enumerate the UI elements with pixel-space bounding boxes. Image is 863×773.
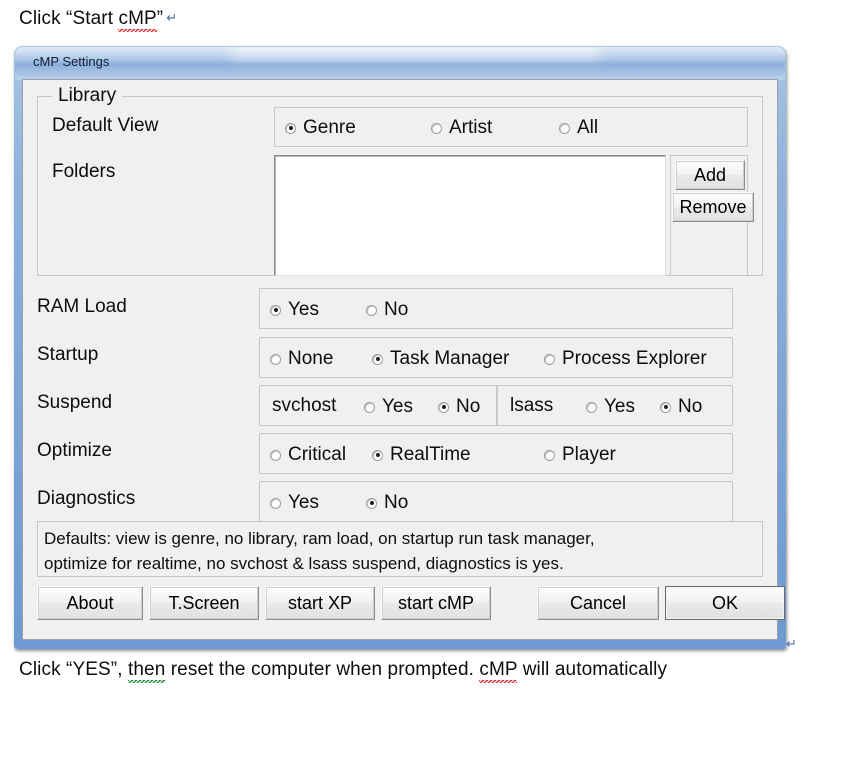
radio-suspend-lsass-yes[interactable]: Yes (586, 396, 635, 418)
radio-label: No (678, 396, 703, 417)
misspelled-word-cmp-bottom: cMP (479, 659, 518, 683)
caption-top-post: ” (156, 8, 164, 29)
window-client-area: Library Default View Genre Artist All Fo… (22, 79, 785, 640)
radio-indicator-icon (431, 122, 442, 134)
caption-bottom-1: Click “YES”, (19, 659, 128, 680)
radio-label: Critical (288, 444, 347, 465)
radio-label: Player (562, 444, 616, 465)
radio-ram-load-no[interactable]: No (366, 299, 408, 321)
instruction-text-top: Click “Start cMP” ↵ (19, 8, 178, 32)
radio-indicator-icon (270, 497, 281, 509)
suspend-label: Suspend (37, 392, 113, 413)
paragraph-mark-icon: ↵ (166, 10, 178, 25)
radio-default-view-artist[interactable]: Artist (431, 117, 492, 139)
radio-optimize-realtime[interactable]: RealTime (372, 444, 471, 466)
ram-load-options-panel: Yes No (259, 288, 733, 329)
ram-load-label: RAM Load (37, 296, 127, 317)
radio-default-view-genre[interactable]: Genre (285, 117, 356, 139)
radio-label: Yes (288, 299, 319, 320)
radio-indicator-icon (660, 401, 671, 413)
radio-indicator-icon (372, 449, 383, 461)
library-groupbox-legend: Library (52, 85, 123, 107)
startup-label: Startup (37, 344, 99, 365)
radio-indicator-icon (285, 122, 296, 134)
radio-optimize-player[interactable]: Player (544, 444, 616, 466)
diagnostics-label: Diagnostics (37, 488, 136, 509)
radio-label: Task Manager (390, 348, 510, 369)
radio-indicator-icon (372, 353, 383, 365)
radio-startup-none[interactable]: None (270, 348, 333, 370)
default-view-options-panel: Genre Artist All (274, 107, 748, 147)
radio-label: None (288, 348, 334, 369)
radio-label: RealTime (390, 444, 471, 465)
radio-indicator-icon (544, 353, 555, 365)
caption-top-pre: Click “Start (19, 8, 119, 29)
optimize-options-panel: Critical RealTime Player (259, 433, 733, 474)
radio-indicator-icon (364, 401, 375, 413)
radio-indicator-icon (270, 353, 281, 365)
paragraph-mark-bottom-icon: ↵ (786, 636, 797, 651)
start-cmp-button[interactable]: start cMP (381, 586, 491, 620)
folders-listbox[interactable] (274, 155, 666, 276)
radio-indicator-icon (270, 449, 281, 461)
window-title: cMP Settings (33, 54, 110, 69)
radio-indicator-icon (559, 122, 570, 134)
tscreen-button[interactable]: T.Screen (149, 586, 259, 620)
radio-label: No (384, 492, 409, 513)
instruction-text-bottom: Click “YES”, then reset the computer whe… (19, 659, 668, 683)
radio-indicator-icon (270, 304, 281, 316)
suspend-svchost-name: svchost (272, 395, 337, 416)
suspend-lsass-panel: lsass Yes No (497, 385, 733, 426)
radio-label: Artist (449, 117, 493, 138)
radio-optimize-critical[interactable]: Critical (270, 444, 346, 466)
cmp-settings-window: cMP Settings Library Default View Genre … (14, 46, 786, 649)
startup-options-panel: None Task Manager Process Explorer (259, 337, 733, 378)
radio-label: Yes (382, 396, 413, 417)
window-titlebar[interactable]: cMP Settings (15, 47, 785, 80)
library-groupbox: Library Default View Genre Artist All Fo… (37, 85, 763, 276)
radio-label: All (577, 117, 599, 138)
start-xp-button[interactable]: start XP (265, 586, 375, 620)
remove-folder-button[interactable]: Remove (672, 192, 754, 222)
radio-label: Process Explorer (562, 348, 707, 369)
radio-suspend-lsass-no[interactable]: No (660, 396, 702, 418)
cancel-button[interactable]: Cancel (537, 586, 659, 620)
radio-indicator-icon (366, 497, 377, 509)
about-button[interactable]: About (37, 586, 143, 620)
folders-buttons-panel: Add Remove (670, 155, 754, 276)
radio-label: Yes (604, 396, 635, 417)
radio-suspend-svchost-yes[interactable]: Yes (364, 396, 413, 418)
radio-suspend-svchost-no[interactable]: No (438, 396, 480, 418)
radio-startup-process-explorer[interactable]: Process Explorer (544, 348, 707, 370)
radio-label: No (456, 396, 481, 417)
defaults-note-line-1: Defaults: view is genre, no library, ram… (44, 529, 595, 548)
misspelled-word-cmp: cMP (118, 8, 157, 32)
radio-diagnostics-no[interactable]: No (366, 492, 408, 514)
optimize-label: Optimize (37, 440, 112, 461)
radio-default-view-all[interactable]: All (559, 117, 598, 139)
default-view-label: Default View (52, 115, 159, 136)
caption-bottom-3: will automatically (517, 659, 668, 680)
radio-label: No (384, 299, 409, 320)
suspend-lsass-name: lsass (510, 395, 554, 416)
radio-label: Yes (288, 492, 319, 513)
add-folder-button[interactable]: Add (675, 160, 745, 190)
defaults-note: Defaults: view is genre, no library, ram… (37, 521, 763, 577)
caption-bottom-2: reset the computer when prompted. (165, 659, 480, 680)
grammar-flagged-word-then: then (127, 659, 166, 683)
radio-startup-task-manager[interactable]: Task Manager (372, 348, 509, 370)
radio-indicator-icon (438, 401, 449, 413)
radio-indicator-icon (366, 304, 377, 316)
defaults-note-line-2: optimize for realtime, no svchost & lsas… (44, 554, 564, 573)
folders-label: Folders (52, 161, 116, 182)
ok-button[interactable]: OK (665, 586, 785, 620)
radio-ram-load-yes[interactable]: Yes (270, 299, 319, 321)
radio-indicator-icon (544, 449, 555, 461)
radio-diagnostics-yes[interactable]: Yes (270, 492, 319, 514)
radio-label: Genre (303, 117, 356, 138)
radio-indicator-icon (586, 401, 597, 413)
suspend-svchost-panel: svchost Yes No (259, 385, 497, 426)
diagnostics-options-panel: Yes No (259, 481, 733, 522)
